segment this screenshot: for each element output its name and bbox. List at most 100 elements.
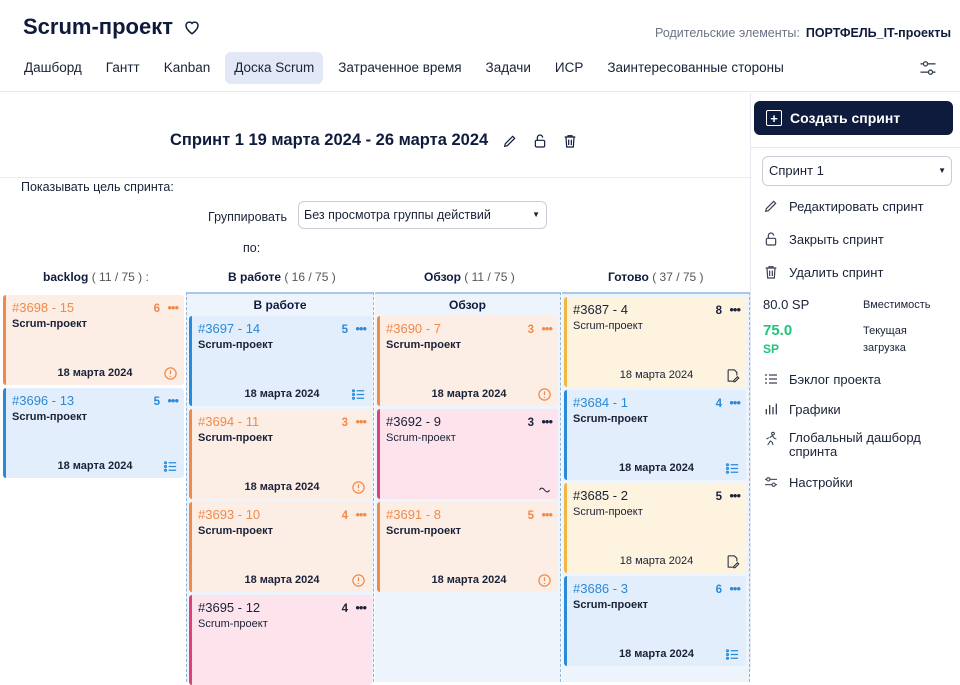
card-points: 5 [153, 396, 160, 408]
task-card[interactable]: #3697 - 14 5 ••• Scrum-проект 18 марта 2… [189, 316, 372, 406]
column-done: #3687 - 4 8 ••• Scrum-проект 18 марта 20… [562, 292, 750, 682]
warning-icon [352, 574, 365, 587]
global-dashboard-item[interactable]: Глобальный дашборд спринта [763, 431, 921, 459]
lock-icon [765, 232, 777, 246]
capacity-label: Вместимость [863, 299, 931, 311]
note-icon [727, 369, 740, 383]
tab-tasks[interactable]: Задачи [477, 52, 540, 84]
card-project: Scrum-проект [198, 339, 273, 351]
scrum-board: #3698 - 15 6 ••• Scrum-проект 18 марта 2… [0, 292, 750, 685]
card-date: 18 марта 2024 [431, 574, 507, 586]
task-card[interactable]: #3698 - 15 6 ••• Scrum-проект 18 марта 2… [3, 295, 184, 385]
more-icon[interactable]: ••• [541, 321, 553, 336]
delete-sprint-item[interactable]: Удалить спринт [763, 264, 883, 280]
task-card[interactable]: #3687 - 4 8 ••• Scrum-проект 18 марта 20… [564, 297, 746, 387]
global-dashboard-line1: Глобальный дашборд [789, 430, 921, 445]
card-points: 5 [527, 510, 534, 522]
column-header-in-work: В работе ( 16 / 75 ) [228, 270, 336, 284]
task-card[interactable]: #3692 - 9 3 ••• Scrum-проект [377, 409, 558, 499]
group-label: Группировать [208, 210, 287, 224]
more-icon[interactable]: ••• [541, 414, 553, 429]
warning-icon [352, 481, 365, 494]
column-in-work: В работе #3697 - 14 5 ••• Scrum-проект 1… [186, 292, 374, 685]
more-icon[interactable]: ••• [167, 300, 179, 315]
tab-time-spent[interactable]: Затраченное время [329, 52, 470, 84]
task-card[interactable]: #3695 - 12 4 ••• Scrum-проект [189, 595, 372, 685]
more-icon[interactable]: ••• [355, 321, 367, 336]
parent-link[interactable]: ПОРТФЕЛЬ_IT-проекты [806, 26, 951, 40]
lock-icon[interactable] [532, 133, 548, 149]
more-icon[interactable]: ••• [729, 488, 741, 503]
divider [0, 177, 750, 178]
tab-dashboard[interactable]: Дашборд [15, 52, 91, 84]
project-title-text: Scrum-проект [23, 14, 173, 39]
more-icon[interactable]: ••• [355, 507, 367, 522]
column-header-review: Обзор ( 11 / 75 ) [424, 270, 515, 284]
task-card[interactable]: #3684 - 1 4 ••• Scrum-проект 18 марта 20… [564, 390, 746, 480]
task-card[interactable]: #3693 - 10 4 ••• Scrum-проект 18 марта 2… [189, 502, 372, 592]
note-icon [727, 555, 740, 569]
edit-sprint-item[interactable]: Редактировать спринт [763, 198, 924, 214]
tab-kanban[interactable]: Kanban [155, 52, 220, 84]
more-icon[interactable]: ••• [167, 393, 179, 408]
more-icon[interactable]: ••• [355, 600, 367, 615]
card-project: Scrum-проект [198, 525, 273, 537]
card-project: Scrum-проект [573, 413, 648, 425]
tab-wbs[interactable]: ИСР [546, 52, 592, 84]
trash-icon [765, 266, 777, 279]
more-icon[interactable]: ••• [729, 581, 741, 596]
column-review: Обзор #3690 - 7 3 ••• Scrum-проект 18 ма… [375, 292, 561, 682]
edit-sprint-label: Редактировать спринт [789, 198, 924, 214]
settings-item[interactable]: Настройки [763, 474, 853, 490]
tab-gantt[interactable]: Гантт [97, 52, 149, 84]
list-icon [163, 461, 177, 472]
project-backlog-label: Бэклог проекта [789, 371, 881, 387]
card-points: 4 [341, 603, 348, 615]
close-sprint-item[interactable]: Закрыть спринт [763, 231, 884, 247]
task-card[interactable]: #3696 - 13 5 ••• Scrum-проект 18 марта 2… [3, 388, 184, 478]
task-card[interactable]: #3686 - 3 6 ••• Scrum-проект 18 марта 20… [564, 576, 746, 666]
group-select[interactable]: Без просмотра группы действий ▼ [298, 201, 547, 229]
tab-stakeholders[interactable]: Заинтересованные стороны [598, 52, 793, 84]
close-sprint-label: Закрыть спринт [789, 231, 884, 247]
sprint-title-text: Спринт 1 19 марта 2024 - 26 марта 2024 [170, 131, 489, 149]
list-icon [725, 463, 739, 474]
settings-sliders-icon [765, 477, 777, 487]
charts-item[interactable]: Графики [763, 401, 841, 417]
column-count: ( 11 / 75 ) : [91, 270, 149, 284]
edit-icon[interactable] [502, 133, 518, 149]
trash-icon[interactable] [562, 133, 578, 149]
sprint-select[interactable]: Спринт 1 ▼ [762, 156, 952, 186]
task-card[interactable]: #3694 - 11 3 ••• Scrum-проект 18 марта 2… [189, 409, 372, 499]
more-icon[interactable]: ••• [541, 507, 553, 522]
task-card[interactable]: #3690 - 7 3 ••• Scrum-проект 18 марта 20… [377, 316, 558, 406]
sprint-title: Спринт 1 19 марта 2024 - 26 марта 2024 [170, 131, 578, 150]
column-count: ( 37 / 75 ) [652, 270, 704, 284]
card-points: 4 [341, 510, 348, 522]
create-sprint-button[interactable]: + Создать спринт [754, 101, 953, 135]
load-unit: SP [763, 342, 780, 356]
column-count: ( 11 / 75 ) [464, 270, 515, 284]
more-icon[interactable]: ••• [729, 395, 741, 410]
column-header-backlog: backlog ( 11 / 75 ) : [43, 270, 149, 284]
charts-label: Графики [789, 401, 841, 417]
card-project: Scrum-проект [198, 618, 268, 630]
card-points: 8 [715, 305, 722, 317]
project-backlog-item[interactable]: Бэклог проекта [763, 371, 881, 387]
column-backlog: #3698 - 15 6 ••• Scrum-проект 18 марта 2… [0, 292, 184, 682]
show-goal-label: Показывать цель спринта: [21, 180, 174, 194]
more-icon[interactable]: ••• [355, 414, 367, 429]
card-date: 18 марта 2024 [431, 388, 507, 400]
card-points: 6 [153, 303, 160, 315]
card-points: 5 [341, 324, 348, 336]
filter-settings-icon[interactable] [918, 58, 938, 78]
tab-bar: Дашборд Гантт Kanban Доска Scrum Затраче… [15, 52, 799, 84]
tab-scrum-board[interactable]: Доска Scrum [225, 52, 324, 84]
load-value: 75.0 [763, 322, 793, 339]
task-card[interactable]: #3691 - 8 5 ••• Scrum-проект 18 марта 20… [377, 502, 558, 592]
more-icon[interactable]: ••• [729, 302, 741, 317]
heart-icon[interactable] [183, 18, 201, 36]
card-project: Scrum-проект [198, 432, 273, 444]
task-card[interactable]: #3685 - 2 5 ••• Scrum-проект 18 марта 20… [564, 483, 746, 573]
plus-icon: + [766, 110, 782, 126]
